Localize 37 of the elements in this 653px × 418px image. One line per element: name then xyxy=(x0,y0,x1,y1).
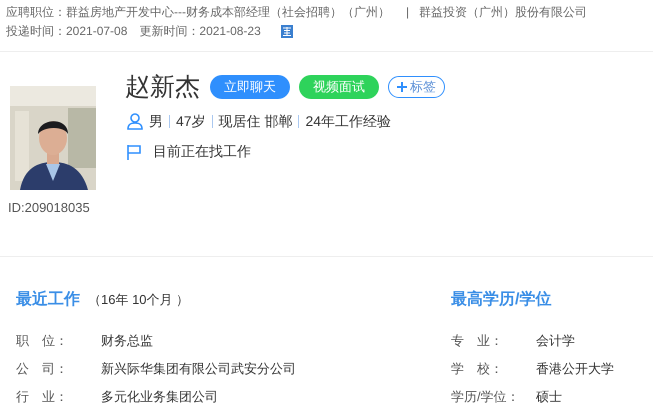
action-button[interactable]: 视频面试 xyxy=(299,75,379,99)
field-label: 专 业： xyxy=(451,332,504,350)
section-title: 最近工作 xyxy=(16,289,80,310)
company-name: 群益投资（广州）股份有限公司 xyxy=(419,4,588,21)
action-button[interactable]: 立即聊天 xyxy=(210,75,290,99)
field-label: 学历/学位： xyxy=(451,388,521,406)
work-duration: （16年 10个月 ） xyxy=(88,291,190,309)
position-text: 群益房地产开发中心---财务成本部经理（社会招聘）（广州） xyxy=(66,4,390,21)
field-value: 香港公开大学 xyxy=(536,360,614,378)
field-label: 公 司： xyxy=(16,360,69,378)
updated-label: 更新时间： xyxy=(139,23,200,40)
field-value: 新兴际华集团有限公司武安分公司 xyxy=(101,360,296,378)
section-title: 最高学历/学位 xyxy=(451,289,552,310)
field-value: 财务总监 xyxy=(101,332,153,350)
profile-fact: 24年工作经验 xyxy=(305,112,392,131)
document-icon[interactable] xyxy=(280,25,293,38)
plus-icon xyxy=(397,82,407,92)
field-label: 职 位： xyxy=(16,332,69,350)
field-value: 会计学 xyxy=(536,332,575,350)
updated-date: 2021-08-23 xyxy=(199,23,261,40)
profile-fact: 现居住 邯郸 xyxy=(218,112,292,131)
profile-fact: 男 xyxy=(149,112,163,131)
profile-fact: 47岁 xyxy=(176,112,206,131)
field-label: 行 业： xyxy=(16,388,69,406)
person-icon xyxy=(127,113,143,130)
candidate-name: 赵新杰 xyxy=(125,72,200,102)
candidate-id: ID:209018035 xyxy=(8,199,90,217)
field-value: 硕士 xyxy=(536,388,562,406)
flag-icon xyxy=(127,144,141,160)
separator: | xyxy=(406,4,410,21)
tag-button[interactable]: 标签 xyxy=(388,76,445,98)
delivered-label: 投递时间： xyxy=(6,23,66,40)
field-value: 多元化业务集团公司 xyxy=(101,388,218,406)
delivered-date: 2021-07-08 xyxy=(66,23,128,40)
position-label: 应聘职位： xyxy=(6,4,66,21)
job-status: 目前正在找工作 xyxy=(153,142,251,161)
field-label: 学 校： xyxy=(451,360,504,378)
